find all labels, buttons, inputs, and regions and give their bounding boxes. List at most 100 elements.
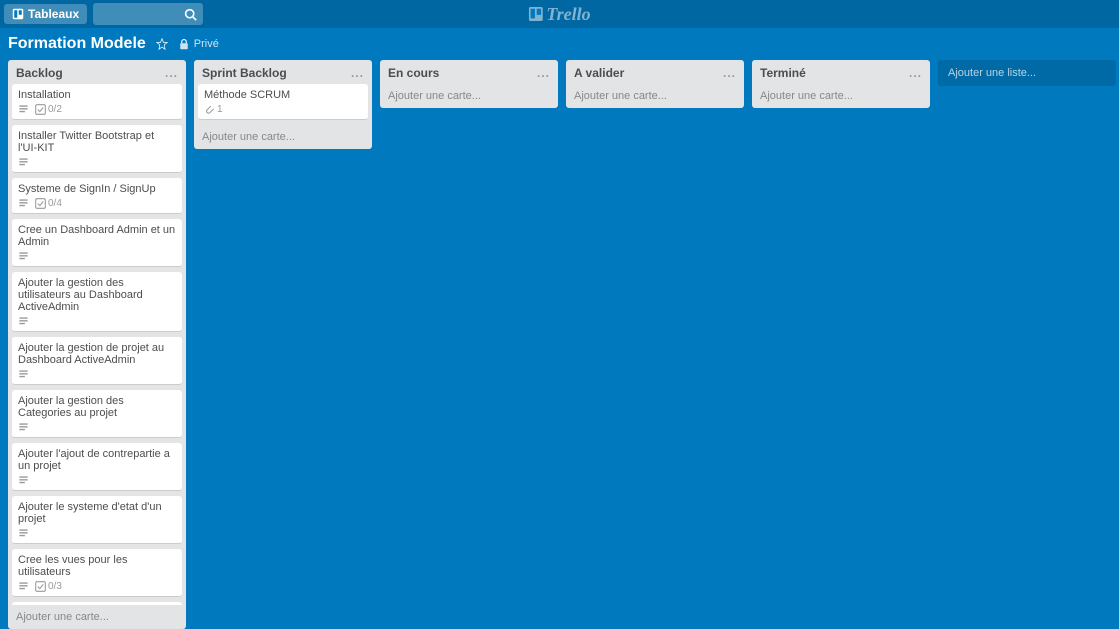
privacy-label: Privé [194, 38, 219, 50]
card-badges [18, 528, 176, 539]
checklist-badge: 0/3 [35, 581, 62, 592]
checklist-icon [35, 581, 46, 592]
description-badge [18, 157, 29, 168]
checklist-count: 0/3 [48, 581, 62, 592]
list-header: En cours... [380, 60, 558, 84]
list-title[interactable]: A valider [574, 66, 624, 80]
list: A valider...Ajouter une carte... [566, 60, 744, 108]
card-title: Ajouter l'ajout de contrepartie a un pro… [18, 448, 176, 472]
list: Backlog... Installation 0/2 Installer Twitt… [8, 60, 186, 629]
card[interactable]: Cree un Dashboard Admin et un Admin [12, 219, 182, 267]
card-badges: 1 [204, 104, 362, 115]
cards-container: Installation 0/2 Installer Twitter Bootstr… [8, 84, 186, 605]
trello-logo-icon [528, 7, 542, 21]
description-badge [18, 581, 29, 592]
card[interactable]: Cree les vues pour les utilisateurs 0/3 [12, 549, 182, 597]
description-icon [18, 528, 29, 539]
checklist-badge: 0/4 [35, 198, 62, 209]
add-card-button[interactable]: Ajouter une carte... [752, 84, 930, 108]
description-badge [18, 422, 29, 433]
attachment-icon [204, 104, 215, 115]
card-title: Cree les vues pour les utilisateurs [18, 554, 176, 578]
description-badge [18, 198, 29, 209]
list-title[interactable]: Backlog [16, 66, 63, 80]
search-icon [184, 8, 197, 21]
list-title[interactable]: Sprint Backlog [202, 66, 287, 80]
card[interactable]: Méthode SCRUM1 [198, 84, 368, 120]
list: Sprint Backlog... Méthode SCRUM1 Ajouter u… [194, 60, 372, 149]
list-menu-button[interactable]: ... [909, 66, 922, 80]
add-card-button[interactable]: Ajouter une carte... [380, 84, 558, 108]
search-input[interactable] [93, 3, 203, 25]
card[interactable]: Installer Twitter Bootstrap et l'UI-KIT [12, 125, 182, 173]
description-icon [18, 475, 29, 486]
card-badges: 0/3 [18, 581, 176, 592]
add-card-button[interactable]: Ajouter une carte... [194, 125, 372, 149]
boards-icon [12, 8, 24, 20]
board-header: Formation Modele Privé [0, 28, 1119, 60]
list: Terminé... Ajouter une carte... [752, 60, 930, 108]
list-menu-button[interactable]: ... [351, 66, 364, 80]
attachment-badge: 1 [204, 104, 223, 115]
card[interactable]: Ajouter la gestion de projet au Dashboar… [12, 337, 182, 385]
description-badge [18, 475, 29, 486]
list-header: Backlog... [8, 60, 186, 84]
card-badges [18, 316, 176, 327]
description-icon [18, 316, 29, 327]
list: En cours...Ajouter une carte... [380, 60, 558, 108]
add-list-button[interactable]: Ajouter une liste... [938, 60, 1116, 86]
boards-button[interactable]: Tableaux [4, 4, 87, 24]
card-title: Systeme de SignIn / SignUp [18, 183, 176, 195]
card[interactable]: Installation 0/2 [12, 84, 182, 120]
card-title: Ajouter la gestion de projet au Dashboar… [18, 342, 176, 366]
card-badges: 0/2 [18, 104, 176, 115]
description-icon [18, 251, 29, 262]
add-card-button[interactable]: Ajouter une carte... [566, 84, 744, 108]
list-title[interactable]: Terminé [760, 66, 806, 80]
description-badge [18, 251, 29, 262]
card-title: Ajouter la gestion des Categories au pro… [18, 395, 176, 419]
attachment-count: 1 [217, 104, 223, 115]
trello-logo[interactable]: Trello [528, 4, 590, 25]
description-badge [18, 104, 29, 115]
checklist-icon [35, 104, 46, 115]
card-badges: 0/4 [18, 198, 176, 209]
card-badges [18, 251, 176, 262]
card-title: Installer Twitter Bootstrap et l'UI-KIT [18, 130, 176, 154]
card[interactable]: Systeme de SignIn / SignUp 0/4 [12, 178, 182, 214]
description-icon [18, 198, 29, 209]
card-title: Installation [18, 89, 176, 101]
card[interactable]: Ajouter la gestion des utilisateurs au D… [12, 272, 182, 332]
card-badges [18, 157, 176, 168]
card[interactable]: Ajouter la gestion des Categories au pro… [12, 390, 182, 438]
add-card-button[interactable]: Ajouter une carte... [8, 605, 186, 629]
card-title: Ajouter la gestion des utilisateurs au D… [18, 277, 176, 313]
board-title[interactable]: Formation Modele [8, 35, 146, 53]
checklist-icon [35, 198, 46, 209]
star-icon[interactable] [156, 38, 168, 50]
boards-label: Tableaux [28, 7, 79, 21]
card-title: Ajouter le systeme d'etat d'un projet [18, 501, 176, 525]
trello-logo-text: Trello [546, 4, 590, 25]
list-header: A valider... [566, 60, 744, 84]
description-icon [18, 581, 29, 592]
board-canvas: Backlog... Installation 0/2 Installer Twitt… [0, 60, 1119, 629]
global-header: Tableaux Trello [0, 0, 1119, 28]
list-menu-button[interactable]: ... [537, 66, 550, 80]
checklist-count: 0/4 [48, 198, 62, 209]
card[interactable]: Ajouter l'ajout de contrepartie a un pro… [12, 443, 182, 491]
card-title: Cree un Dashboard Admin et un Admin [18, 224, 176, 248]
description-icon [18, 369, 29, 380]
list-menu-button[interactable]: ... [723, 66, 736, 80]
privacy-indicator[interactable]: Privé [178, 38, 219, 50]
description-icon [18, 157, 29, 168]
card-badges [18, 475, 176, 486]
checklist-count: 0/2 [48, 104, 62, 115]
card[interactable]: Ajouter le systeme d'etat d'un projet [12, 496, 182, 544]
description-badge [18, 528, 29, 539]
description-badge [18, 369, 29, 380]
cards-container: Méthode SCRUM1 [194, 84, 372, 125]
list-menu-button[interactable]: ... [165, 66, 178, 80]
lock-icon [178, 38, 190, 50]
list-title[interactable]: En cours [388, 66, 439, 80]
